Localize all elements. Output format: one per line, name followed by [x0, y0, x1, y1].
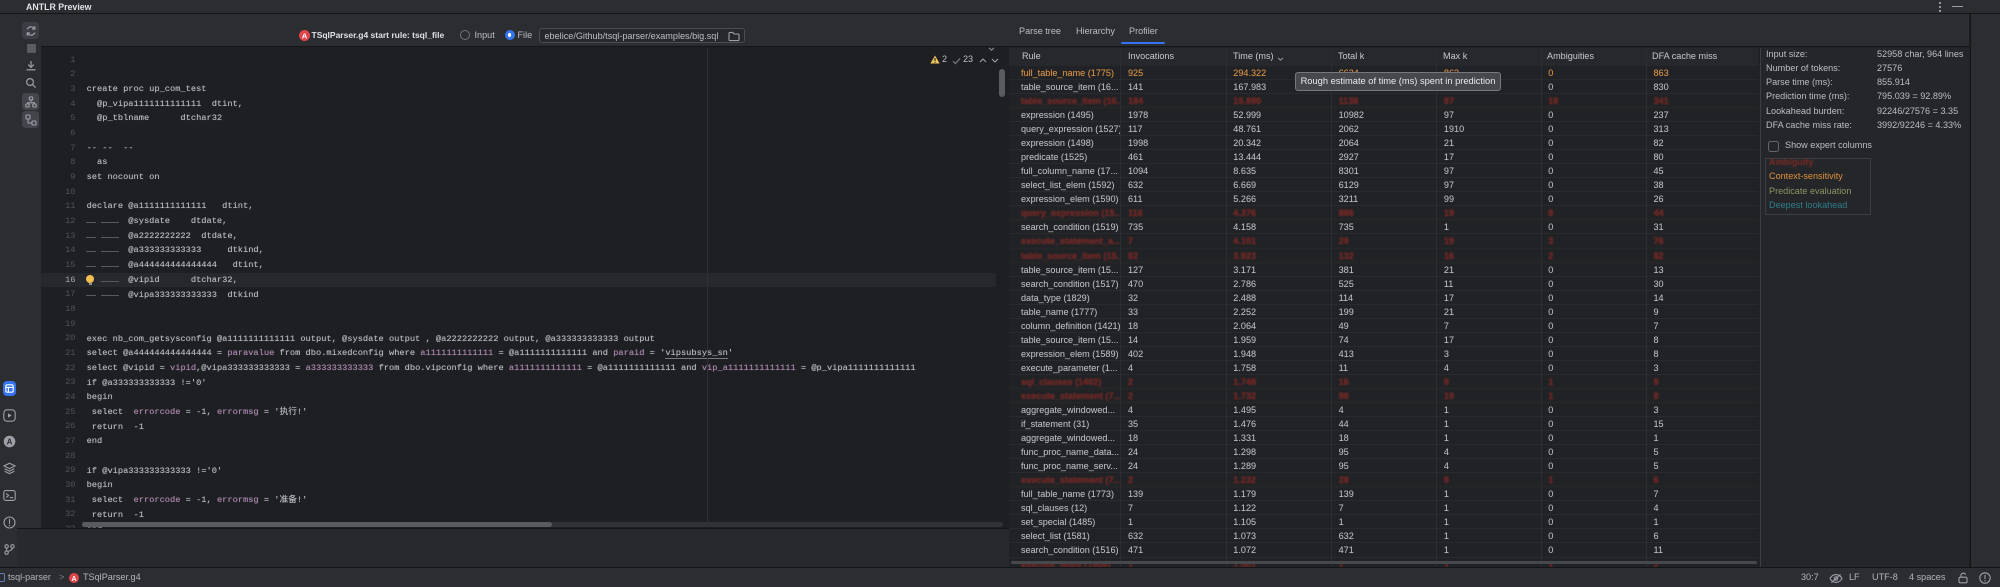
- svg-text:A: A: [71, 575, 76, 582]
- svg-text:A: A: [301, 32, 307, 41]
- svg-text:A: A: [7, 437, 13, 446]
